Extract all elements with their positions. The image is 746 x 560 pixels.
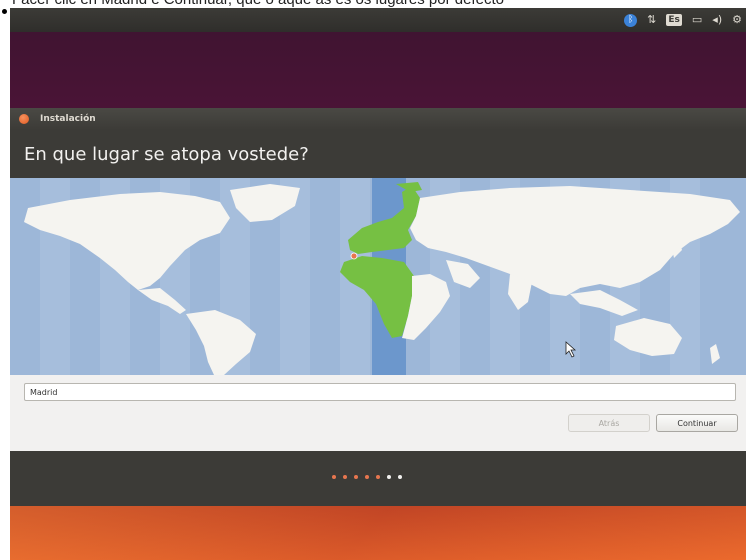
- page-heading: En que lugar se atopa vostede?: [24, 144, 309, 165]
- caption-bullet: [2, 9, 7, 14]
- network-icon[interactable]: ⇅: [647, 8, 656, 32]
- location-input[interactable]: [24, 383, 736, 401]
- back-button[interactable]: Atrás: [568, 414, 650, 432]
- madrid-marker: [350, 252, 358, 260]
- progress-dot: [365, 475, 369, 479]
- timezone-map[interactable]: [10, 178, 746, 375]
- battery-icon[interactable]: ▭: [692, 8, 702, 32]
- volume-icon[interactable]: ◂): [712, 8, 722, 32]
- installer-footer: [10, 451, 746, 506]
- progress-dot: [398, 475, 402, 479]
- continue-button[interactable]: Continuar: [656, 414, 738, 432]
- bluetooth-icon[interactable]: ᛒ: [624, 13, 638, 27]
- ubuntu-desktop: ᛒ ⇅ Es ▭ ◂) ⚙ Instalación En que lugar s…: [10, 8, 746, 560]
- keyboard-layout-icon[interactable]: Es: [666, 14, 682, 26]
- window-title: Instalación: [40, 114, 96, 124]
- top-panel: ᛒ ⇅ Es ▭ ◂) ⚙: [10, 8, 746, 32]
- progress-dot: [387, 475, 391, 479]
- location-panel: Atrás Continuar: [10, 375, 746, 451]
- close-button[interactable]: [19, 114, 29, 124]
- progress-dot: [343, 475, 347, 479]
- world-map-svg[interactable]: [10, 178, 746, 375]
- progress-dot: [376, 475, 380, 479]
- power-icon[interactable]: ⚙: [732, 8, 742, 32]
- progress-dots: [332, 475, 402, 479]
- progress-dot: [332, 475, 336, 479]
- system-tray: ᛒ ⇅ Es ▭ ◂) ⚙: [624, 8, 742, 32]
- window-titlebar: Instalación: [10, 108, 746, 130]
- installer-window: Instalación En que lugar se atopa vosted…: [10, 108, 746, 506]
- progress-dot: [354, 475, 358, 479]
- caption-text: Facer clic en Madrid e Continuar, que o …: [12, 0, 746, 8]
